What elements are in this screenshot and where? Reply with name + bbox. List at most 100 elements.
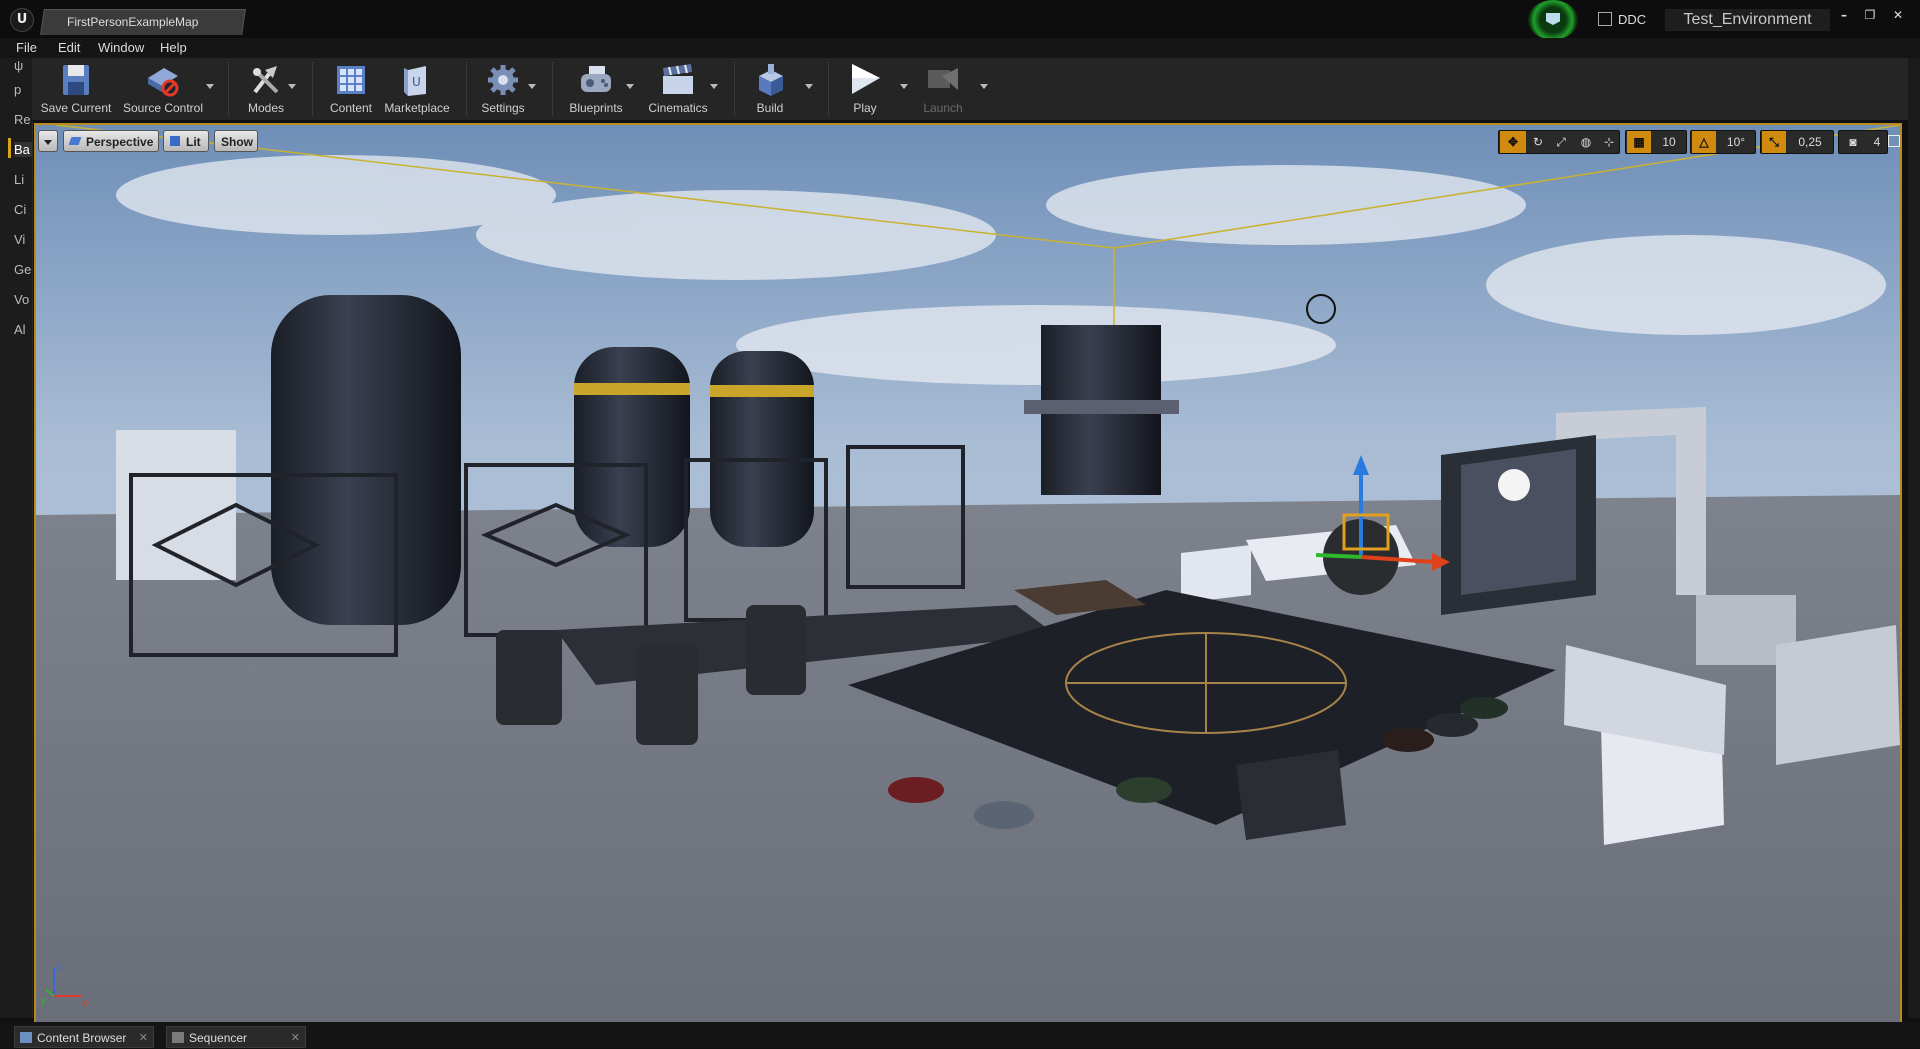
rotate-mode-button[interactable]: ↻ (1527, 131, 1549, 153)
launch-dropdown-arrow[interactable] (980, 84, 988, 89)
perspective-button[interactable]: Perspective (63, 130, 159, 152)
scale-snap-toggle[interactable]: ⤡ (1762, 131, 1786, 153)
world-local-toggle[interactable]: ◍ (1575, 131, 1597, 153)
scale-snap-value[interactable]: 0,25 (1787, 131, 1833, 153)
rail-tab-visual[interactable]: Vi (14, 232, 32, 247)
tank-2 (574, 347, 690, 547)
white-cube-small (1181, 545, 1251, 603)
close-button[interactable]: ✕ (1888, 8, 1908, 22)
axis-indicator: z x y (40, 962, 88, 1009)
show-button[interactable]: Show (214, 130, 258, 152)
tank-3 (710, 351, 814, 547)
build-icon (759, 64, 783, 96)
rotation-snap-toggle[interactable]: △ (1692, 131, 1716, 153)
play-dropdown-arrow[interactable] (900, 84, 908, 89)
build-button[interactable]: Build (740, 58, 800, 120)
y-axis-label: y (40, 996, 46, 1007)
surface-snap-icon: ⊹ (1603, 135, 1615, 149)
tank-2-stripe (574, 383, 690, 395)
chevron-down-icon (44, 140, 52, 145)
source-control-button[interactable]: Source Control (118, 58, 208, 120)
white-block (116, 430, 236, 580)
modes-icon (253, 66, 279, 94)
blueprints-button[interactable]: Blueprints (560, 58, 632, 120)
rail-tab-basic[interactable]: Ba (14, 142, 32, 157)
close-tab-icon[interactable]: ✕ (139, 1027, 148, 1049)
scale-snap-icon: ⤡ (1769, 135, 1779, 149)
white-cube-edge (1776, 625, 1900, 765)
blueprints-dropdown-arrow[interactable] (626, 84, 634, 89)
menu-window[interactable]: Window (98, 38, 144, 58)
build-dropdown-arrow[interactable] (805, 84, 813, 89)
rail-tab-lights[interactable]: Li (14, 172, 32, 187)
content-button[interactable]: Content (320, 58, 382, 120)
lit-button[interactable]: Lit (163, 130, 209, 152)
perspective-label: Perspective (86, 135, 154, 149)
content-browser-tab[interactable]: Content Browser ✕ (14, 1026, 154, 1048)
rail-icon-second[interactable]: p (14, 82, 32, 97)
rail-icon-top[interactable]: ψ (14, 58, 32, 73)
rotate-icon: ↻ (1532, 135, 1544, 149)
shield-icon (1546, 13, 1560, 25)
rail-active-indicator (8, 138, 11, 158)
marketplace-button[interactable]: U Marketplace (382, 58, 452, 120)
rail-tab-geometry[interactable]: Ge (14, 262, 32, 277)
rail-tab-all-classes[interactable]: Al (14, 322, 32, 337)
maximize-viewport-icon[interactable] (1888, 135, 1900, 147)
ddc-label[interactable]: DDC (1618, 12, 1646, 27)
grid-snap-value[interactable]: 10 (1652, 131, 1686, 153)
level-viewport[interactable] (34, 123, 1902, 1024)
rail-tab-volumes[interactable]: Vo (14, 292, 32, 307)
source-control-dropdown-arrow[interactable] (206, 84, 214, 89)
play-icon (852, 64, 880, 94)
cinematics-dropdown-arrow[interactable] (710, 84, 718, 89)
scale-mode-button[interactable]: ⤢ (1550, 131, 1572, 153)
settings-button[interactable]: Settings (472, 58, 534, 120)
rotation-snap-value[interactable]: 10° (1717, 131, 1755, 153)
minimize-button[interactable]: – (1834, 8, 1854, 22)
close-tab-icon[interactable]: ✕ (291, 1027, 300, 1049)
menu-edit[interactable]: Edit (58, 38, 80, 58)
source-control-status-icon[interactable] (1528, 0, 1578, 40)
sequencer-label: Sequencer (189, 1031, 248, 1045)
scale-icon: ⤢ (1556, 135, 1566, 149)
rail-tab-recent[interactable]: Re (14, 112, 32, 127)
transform-mode-group: ✥ ↻ ⤢ ◍ ⊹ (1498, 130, 1620, 154)
menu-file[interactable]: File (16, 38, 37, 58)
level-tab[interactable]: FirstPersonExampleMap (40, 9, 246, 35)
toolbar-separator (228, 62, 229, 116)
ddc-icon (1598, 12, 1612, 26)
tank-3-stripe (710, 385, 814, 397)
lit-label: Lit (186, 135, 201, 149)
rotation-snap-group: △ 10° (1690, 130, 1756, 154)
maximize-button[interactable]: ❐ (1860, 8, 1880, 22)
menu-bar (0, 38, 1920, 58)
rail-tab-cinematic[interactable]: Ci (14, 202, 32, 217)
scale-snap-group: ⤡ 0,25 (1760, 130, 1834, 154)
sequencer-icon (172, 1032, 184, 1043)
viewport-scene[interactable] (36, 125, 1900, 1022)
perspective-icon (68, 137, 82, 145)
marketplace-icon: U (404, 66, 426, 96)
play-button[interactable]: Play (834, 58, 896, 120)
sequencer-tab[interactable]: Sequencer ✕ (166, 1026, 306, 1048)
camera-speed-value[interactable]: 4 (1867, 131, 1887, 153)
grid-snap-toggle[interactable]: ▦ (1627, 131, 1651, 153)
save-current-button[interactable]: Save Current (38, 58, 114, 120)
save-icon (63, 65, 89, 95)
unreal-logo-icon[interactable]: U (10, 8, 34, 32)
project-name: Test_Environment (1665, 9, 1830, 31)
modes-button[interactable]: Modes (238, 58, 294, 120)
white-sphere (1498, 469, 1530, 501)
cinematics-button[interactable]: Cinematics (640, 58, 716, 120)
modes-dropdown-arrow[interactable] (288, 84, 296, 89)
viewport-options-button[interactable] (38, 130, 58, 152)
content-icon (337, 66, 365, 94)
source-control-icon (148, 68, 179, 97)
grid-icon: ▦ (1633, 135, 1645, 149)
translate-mode-button[interactable]: ✥ (1500, 131, 1526, 153)
settings-dropdown-arrow[interactable] (528, 84, 536, 89)
grid-snap-group: ▦ 10 (1625, 130, 1687, 154)
surface-snap-button[interactable]: ⊹ (1598, 131, 1620, 153)
menu-help[interactable]: Help (160, 38, 187, 58)
